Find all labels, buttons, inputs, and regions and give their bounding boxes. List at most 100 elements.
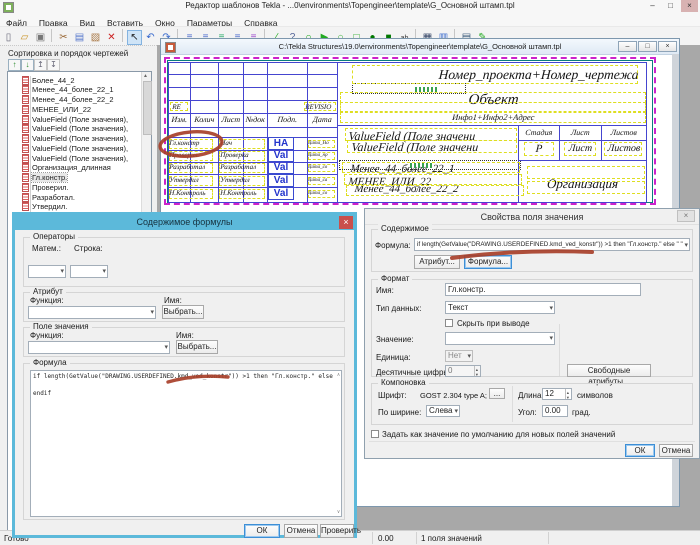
- name-input[interactable]: Гл.констр.: [445, 283, 641, 296]
- move-up-button[interactable]: ↑: [8, 59, 21, 71]
- angle-suffix: град.: [572, 408, 591, 417]
- props-footer-divider: [369, 441, 695, 442]
- formula-dialog: Содержимое формулы × Операторы Матем.: С…: [12, 212, 357, 538]
- value-select[interactable]: [445, 332, 555, 345]
- formula-ok-button[interactable]: ОК: [244, 524, 280, 538]
- vf-name-label: Имя:: [176, 331, 194, 340]
- props-ok-button[interactable]: ОК: [625, 444, 655, 457]
- tree-item[interactable]: ValueField (Поле значения),: [22, 124, 128, 134]
- attr-select-button[interactable]: Выбрать...: [162, 305, 204, 319]
- open-folder-icon[interactable]: ▱: [17, 30, 32, 45]
- close-button[interactable]: ×: [681, 0, 698, 12]
- tree-item[interactable]: МЕНЕЕ_ИЛИ_22: [22, 104, 91, 114]
- tree-item[interactable]: ValueField (Поле значения),: [22, 114, 128, 124]
- tree-item[interactable]: ValueField (Поле значения),: [22, 143, 128, 153]
- textarea-scroll-up-icon[interactable]: ∧: [337, 372, 340, 378]
- canvas-minimize-button[interactable]: –: [618, 41, 637, 52]
- canvas-restore-button[interactable]: □: [638, 41, 657, 52]
- datatype-label: Тип данных:: [376, 304, 421, 313]
- attr-function-select[interactable]: [28, 306, 156, 319]
- tree-item-label: ValueField (Поле значения),: [32, 124, 128, 133]
- layout-group: Компоновка Шрифт: GOST 2.304 type A; 3 .…: [371, 383, 693, 425]
- content-group: Содержимое Формула: if length(GetValue("…: [371, 229, 693, 272]
- props-attribute-button[interactable]: Атрибут...: [414, 255, 460, 269]
- save-icon[interactable]: ▣: [33, 30, 48, 45]
- tree-item[interactable]: Более_44_2: [22, 75, 75, 85]
- value-field-icon: [22, 193, 29, 202]
- hide-on-output-checkbox[interactable]: [445, 319, 453, 327]
- value-field-icon: [22, 105, 29, 114]
- length-stepper[interactable]: 12: [542, 388, 572, 400]
- font-value: GOST 2.304 type A; 3: [420, 391, 493, 400]
- formula-cancel-button[interactable]: Отмена: [284, 524, 318, 538]
- move-bottom-button[interactable]: ↧: [47, 59, 60, 71]
- formula-dialog-close-icon[interactable]: ×: [339, 216, 353, 229]
- value-label: Значение:: [376, 335, 414, 344]
- default-value-checkbox[interactable]: [371, 430, 379, 438]
- value-field-icon: [22, 85, 29, 94]
- undo-icon[interactable]: ↶: [143, 30, 158, 45]
- vf-select-button[interactable]: Выбрать...: [176, 340, 218, 354]
- tree-item-label: Менее_44_более_22_2: [32, 95, 114, 104]
- justify-select[interactable]: Слева: [426, 405, 460, 417]
- tree-item-label: МЕНЕЕ_ИЛИ_22: [32, 105, 91, 114]
- textarea-scroll-down-icon[interactable]: ∨: [337, 509, 340, 515]
- move-top-button[interactable]: ↥: [34, 59, 47, 71]
- datatype-select[interactable]: Текст: [445, 301, 555, 314]
- value-field-icon: [22, 134, 29, 143]
- tree-item-label: Разработал.: [32, 193, 75, 202]
- tree-item[interactable]: Менее_44_более_22_2: [22, 95, 114, 105]
- tree-item[interactable]: ValueField (Поле значения),: [22, 153, 128, 163]
- props-formula-combo[interactable]: if length(GetValue("DRAWING.USERDEFINED.…: [414, 238, 690, 251]
- tree-item[interactable]: Проверил.: [22, 182, 69, 192]
- toolbar-separator: [122, 29, 123, 42]
- font-button[interactable]: ...: [489, 388, 505, 399]
- value-field-icon: [22, 144, 29, 153]
- tree-item-label: ValueField (Поле значения),: [32, 144, 128, 153]
- unit-select[interactable]: Нет: [445, 350, 473, 362]
- minimize-button[interactable]: –: [644, 0, 661, 12]
- length-label: Длина:: [518, 391, 544, 400]
- props-dialog-close-icon[interactable]: ×: [677, 210, 695, 222]
- copy-icon[interactable]: ▤: [72, 30, 87, 45]
- canvas-close-button[interactable]: ×: [658, 41, 677, 52]
- props-dialog-title: Свойства поля значения: [365, 212, 699, 222]
- tree-item[interactable]: Гл.констр.: [22, 173, 67, 183]
- paste-icon[interactable]: ▧: [88, 30, 103, 45]
- canvas-titlebar: C:\Tekla Structures\19.0\environments\To…: [161, 39, 679, 55]
- status-sep-3: [548, 532, 549, 544]
- font-label: Шрифт:: [378, 391, 407, 400]
- maximize-button[interactable]: □: [662, 0, 679, 12]
- decimals-stepper[interactable]: 0: [445, 365, 481, 377]
- vf-function-select[interactable]: [28, 341, 170, 354]
- justify-label: По ширине:: [378, 408, 421, 417]
- tree-item[interactable]: Организация_длинная: [22, 163, 111, 173]
- value-field-icon: [22, 124, 29, 133]
- move-down-button[interactable]: ↓: [21, 59, 34, 71]
- scroll-up-icon[interactable]: ▲: [143, 73, 148, 79]
- free-attributes-button[interactable]: Свободные атрибуты...: [567, 364, 651, 377]
- cut-icon[interactable]: ✂: [56, 30, 71, 45]
- string-operator-select[interactable]: [70, 265, 108, 278]
- new-file-icon[interactable]: ▯: [1, 30, 16, 45]
- delete-icon[interactable]: ✕: [104, 30, 119, 45]
- menubar: ФайлПравкаВидВставитьОкноПараметрыСправк…: [0, 13, 700, 26]
- math-operator-select[interactable]: [28, 265, 66, 278]
- props-cancel-button[interactable]: Отмена: [659, 444, 693, 457]
- props-formula-button[interactable]: Формула...: [464, 255, 512, 269]
- tree-item[interactable]: ValueField (Поле значения),: [22, 134, 128, 144]
- tree-item-label: Менее_44_более_22_1: [32, 85, 114, 94]
- tree-item[interactable]: Утвердил.: [22, 202, 67, 212]
- select-cursor-icon[interactable]: ↖: [127, 30, 142, 45]
- attr-name-label: Имя:: [164, 296, 182, 305]
- formula-textarea[interactable]: if length(GetValue("DRAWING.USERDEFINED.…: [30, 370, 342, 517]
- angle-input[interactable]: 0.00: [542, 405, 568, 417]
- tree-item[interactable]: Менее_44_более_22_1: [22, 85, 114, 95]
- tree-item[interactable]: Разработал.: [22, 192, 75, 202]
- formula-line-1: if length(GetValue("DRAWING.USERDEFINED.…: [33, 373, 333, 380]
- formula-check-button[interactable]: Проверить: [320, 524, 354, 538]
- scroll-thumb[interactable]: [143, 81, 152, 135]
- tree-item-label: Утвердил.: [32, 202, 67, 211]
- string-label: Строка:: [74, 244, 103, 253]
- value-field-icon: [22, 95, 29, 104]
